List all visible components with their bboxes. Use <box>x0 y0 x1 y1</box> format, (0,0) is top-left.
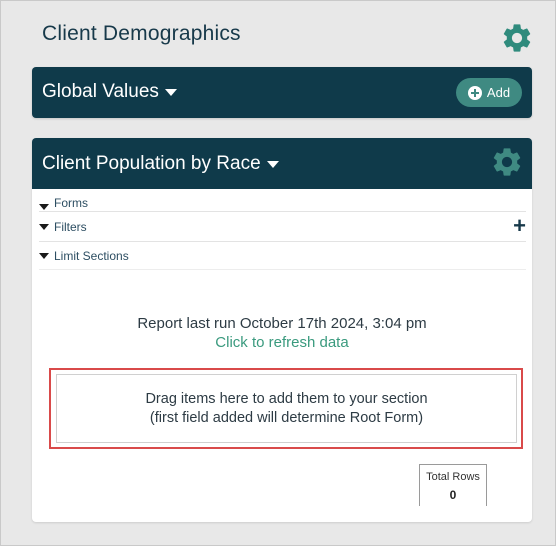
forms-toggle[interactable]: Forms <box>39 189 526 212</box>
plus-icon[interactable]: + <box>513 215 526 237</box>
gear-icon[interactable] <box>500 21 534 55</box>
global-values-title: Global Values <box>42 81 159 102</box>
report-section-panel: Client Population by Race Forms Filters … <box>32 138 532 522</box>
app-frame: Client Demographics Global Values Add Cl… <box>0 0 556 546</box>
filters-toggle[interactable]: Filters + <box>39 212 526 242</box>
total-rows-value: 0 <box>449 488 457 502</box>
gear-icon[interactable] <box>490 145 524 179</box>
forms-label: Forms <box>54 196 88 210</box>
caret-down-icon <box>164 88 177 96</box>
field-drop-zone[interactable]: Drag items here to add them to your sect… <box>56 374 517 443</box>
global-values-panel: Global Values Add <box>32 67 532 118</box>
drop-zone-line1: Drag items here to add them to your sect… <box>145 390 428 407</box>
report-title: Client Population by Race <box>42 153 261 174</box>
triangle-down-icon <box>39 252 49 259</box>
triangle-down-icon <box>39 223 49 230</box>
global-values-toggle[interactable]: Global Values <box>42 81 177 103</box>
drop-zone-line2: (first field added will determine Root F… <box>149 409 424 426</box>
triangle-down-icon <box>39 204 49 210</box>
last-run-text: Report last run October 17th 2024, 3:04 … <box>137 315 427 332</box>
highlight-box: Drag items here to add them to your sect… <box>49 368 523 449</box>
report-title-toggle[interactable]: Client Population by Race <box>42 153 279 175</box>
refresh-data-link[interactable]: Click to refresh data <box>32 334 532 351</box>
total-rows-box: Total Rows 0 <box>419 464 487 506</box>
caret-down-icon <box>266 160 279 168</box>
report-section-header: Client Population by Race <box>32 138 532 189</box>
plus-circle-icon <box>467 85 482 100</box>
limit-sections-label: Limit Sections <box>54 248 129 263</box>
filters-label: Filters <box>54 219 87 234</box>
page-title: Client Demographics <box>42 22 241 45</box>
limit-sections-toggle[interactable]: Limit Sections <box>39 242 526 270</box>
add-global-value-button[interactable]: Add <box>456 78 522 107</box>
total-rows-label: Total Rows <box>426 471 480 483</box>
add-button-label: Add <box>486 85 511 100</box>
